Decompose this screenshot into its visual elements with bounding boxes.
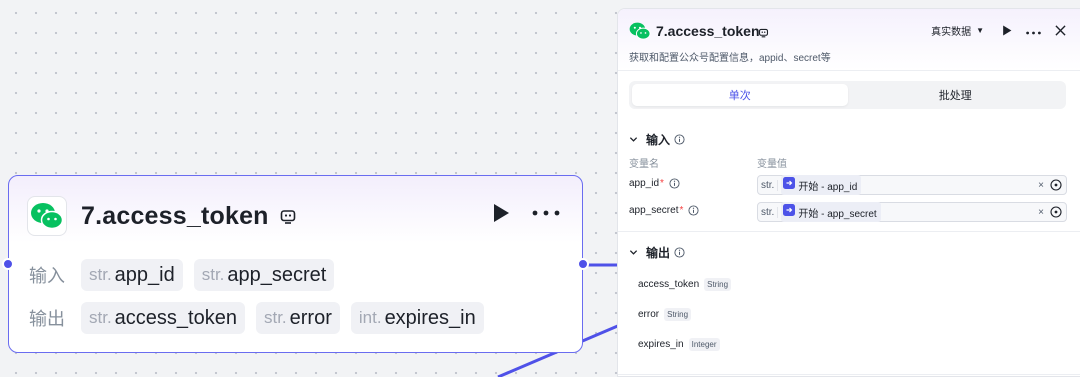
output-section-header[interactable]: 输出 [629,244,685,261]
output-item: access_token String [638,278,732,291]
var-type: str. [761,179,779,191]
outputs-label: 输出 [29,309,65,329]
bot-icon [758,25,769,43]
chip-type: str. [89,308,112,327]
clear-icon[interactable]: × [1038,207,1044,218]
crosshair-icon[interactable] [1050,179,1062,191]
output-chip: int. expires_in [350,302,484,334]
tab-single[interactable]: 单次 [632,84,848,106]
chip-name: app_secret [227,263,327,286]
panel-title[interactable]: 7.access_token [656,23,760,39]
output-item: expires_in Integer [638,338,720,351]
access-token-node[interactable]: 7.access_token 输入 str. app_id str. app_s… [2,175,589,353]
play-icon[interactable] [1002,25,1012,36]
chip-name: expires_in [384,306,476,329]
panel-actions: 真实数据 ▼ [931,23,1066,38]
chip-type: int. [358,308,382,327]
var-name-app-secret: app_secret * [629,205,699,216]
chip-type: str. [201,265,225,284]
info-icon[interactable] [674,247,685,258]
chip-name: access_token [114,306,237,329]
chip-name: app_id [114,263,175,286]
input-section-header[interactable]: 输入 [629,131,685,148]
info-icon[interactable] [688,205,699,216]
var-label: app_id [629,178,660,189]
close-icon[interactable] [1055,25,1066,36]
node-title: 7.access_token [81,201,269,230]
output-port[interactable] [577,258,589,270]
chip-type: str. [263,308,287,327]
node-config-panel: 7.access_token 获取和配置公众号配置信息，appid、secret… [617,8,1080,377]
info-icon[interactable] [674,134,685,145]
output-item: error String [638,308,692,321]
input-chip: str. app_id [81,259,183,291]
required-mark: * [679,205,684,216]
run-mode-tabs: 单次 批处理 [629,81,1066,109]
crosshair-icon[interactable] [1050,206,1062,218]
section-divider [618,374,1080,375]
input-chip: str. app_secret [193,259,335,291]
var-value-app-secret[interactable]: str. 开始 - app_secret × [757,202,1067,222]
wechat-icon [27,196,67,236]
var-label: app_secret [629,205,679,216]
output-chip: str. error [255,302,340,334]
var-value-app-id[interactable]: str. 开始 - app_id × [757,175,1067,195]
data-mode-label: 真实数据 [931,27,972,38]
var-type: str. [761,206,779,218]
start-node-icon [783,203,796,221]
reference-source: 开始 - app_secret [798,208,877,220]
data-mode-select[interactable]: 真实数据 ▼ [931,23,984,38]
caret-down-icon: ▼ [976,26,984,35]
output-name: access_token [638,279,700,290]
chevron-down-icon [629,135,638,144]
node-actions [492,203,560,223]
output-chip: str. access_token [81,302,245,334]
input-section-title: 输入 [646,133,671,147]
node-outputs-row: 输出 str. access_token str. error int. exp… [29,302,495,334]
more-icon[interactable] [532,210,560,216]
variable-reference-tag[interactable]: 开始 - app_id [781,175,862,195]
output-name: expires_in [638,339,684,350]
chip-type: str. [89,265,112,284]
variable-reference-tag[interactable]: 开始 - app_secret [781,202,881,222]
more-icon[interactable] [1026,26,1041,36]
output-type-badge: String [664,308,692,321]
section-divider [618,231,1080,232]
inputs-label: 输入 [29,266,65,286]
output-type-badge: String [704,278,732,291]
column-header-value: 变量值 [757,159,787,170]
reference-source: 开始 - app_id [798,181,858,193]
chip-name: error [289,306,332,329]
input-port[interactable] [2,258,14,270]
output-type-badge: Integer [688,338,720,351]
wechat-icon [629,21,651,46]
panel-description: 获取和配置公众号配置信息，appid、secret等 [629,53,831,64]
chevron-down-icon [629,248,638,257]
panel-header: 7.access_token 获取和配置公众号配置信息，appid、secret… [618,9,1080,71]
var-name-app-id: app_id * [629,178,680,189]
bot-icon [279,207,297,225]
tab-batch[interactable]: 批处理 [848,84,1064,106]
start-node-icon [783,176,796,194]
output-name: error [638,309,660,320]
node-header: 7.access_token [27,196,297,236]
clear-icon[interactable]: × [1038,180,1044,191]
output-section-title: 输出 [646,246,671,260]
play-icon[interactable] [492,203,510,223]
required-mark: * [660,178,664,189]
column-header-name: 变量名 [629,159,659,170]
info-icon[interactable] [669,178,680,189]
workflow-canvas[interactable]: 7.access_token 输入 str. app_id str. app_s… [0,0,620,377]
node-inputs-row: 输入 str. app_id str. app_secret [29,259,345,291]
